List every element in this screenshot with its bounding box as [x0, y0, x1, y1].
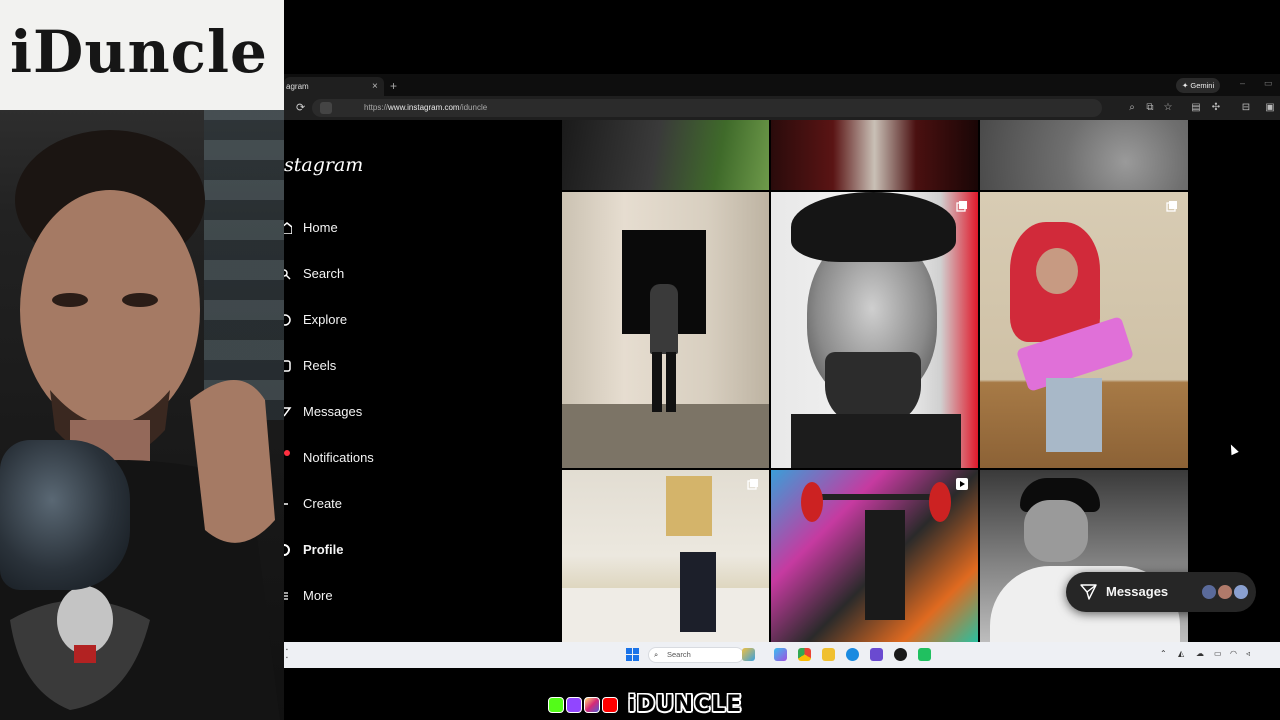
- chrome-icon[interactable]: [798, 648, 811, 661]
- split-view-icon[interactable]: ⊟: [1240, 102, 1252, 114]
- profile-menu-icon[interactable]: ▣: [1264, 102, 1276, 114]
- zoom-icon[interactable]: ⌕: [1126, 102, 1138, 114]
- kick-icon: [548, 697, 564, 713]
- site-settings-icon[interactable]: [320, 102, 332, 114]
- browser-window: agram × + ✦ Gemini – ▭ ⟳ https://www.ins…: [284, 74, 1280, 668]
- twitch-icon: [566, 697, 582, 713]
- streamer-image: [0, 130, 280, 720]
- tab-strip: agram × + ✦ Gemini – ▭: [284, 74, 1280, 96]
- network-icon[interactable]: ◭: [1178, 649, 1184, 658]
- streamer-banner: iDuncle: [0, 0, 284, 110]
- nav-create[interactable]: Create: [284, 490, 544, 518]
- minimize-icon[interactable]: –: [1240, 78, 1245, 88]
- direct-message-icon: [1080, 584, 1097, 600]
- edge-icon[interactable]: [846, 648, 859, 661]
- post-thumbnail[interactable]: [980, 192, 1188, 468]
- carousel-icon: [956, 201, 967, 212]
- nav-notifications-label: Notifications: [303, 450, 374, 465]
- reels-icon: [284, 360, 291, 372]
- explore-icon: [284, 314, 291, 326]
- messages-icon: [284, 407, 292, 417]
- instagram-page: stagram Home Search Explore Reels Messag…: [284, 120, 1280, 642]
- close-tab-icon[interactable]: ×: [372, 77, 378, 96]
- nav-more[interactable]: More: [284, 582, 544, 610]
- gemini-button[interactable]: ✦ Gemini: [1176, 78, 1221, 93]
- search-icon: ⌕: [654, 650, 659, 659]
- new-tab-button[interactable]: +: [390, 77, 397, 96]
- nav-create-label: Create: [303, 496, 343, 511]
- taskbar-search-input[interactable]: ⌕ Search: [648, 647, 744, 663]
- microphone: [0, 440, 130, 590]
- post-thumbnail[interactable]: [562, 120, 769, 190]
- wifi-icon[interactable]: ◠: [1230, 649, 1237, 658]
- nav-profile-label: Profile: [303, 542, 344, 557]
- carousel-icon: [747, 479, 758, 490]
- home-icon: [284, 222, 292, 234]
- tray-chevron-icon[interactable]: ⌃: [1160, 649, 1167, 658]
- url-input[interactable]: https://www.instagram.com/iduncle: [312, 99, 1102, 117]
- tab-title: agram: [286, 82, 309, 91]
- bookmark-star-icon[interactable]: ☆: [1162, 102, 1174, 114]
- discord-icon[interactable]: [870, 648, 883, 661]
- nav-more-label: More: [303, 588, 333, 603]
- nav-home-label: Home: [303, 220, 338, 235]
- weather-widget[interactable]: ▪ ▪: [286, 646, 288, 662]
- nav-explore-label: Explore: [303, 312, 348, 327]
- search-icon: [284, 269, 291, 280]
- nav-home[interactable]: Home: [284, 214, 544, 242]
- reading-mode-icon[interactable]: ▤: [1190, 102, 1202, 114]
- avatar: [1232, 583, 1250, 601]
- post-thumbnail[interactable]: [562, 192, 769, 468]
- reload-icon[interactable]: ⟳: [296, 101, 305, 114]
- nav-search-label: Search: [303, 266, 345, 281]
- nav-notifications[interactable]: Notifications: [284, 444, 544, 472]
- copilot-icon[interactable]: [774, 648, 787, 661]
- banner-text: iDuncle: [10, 18, 268, 86]
- youtube-icon: [602, 697, 618, 713]
- taskbar-search-placeholder: Search: [667, 650, 691, 659]
- volume-icon[interactable]: ◃: [1246, 649, 1250, 658]
- post-thumbnail[interactable]: [980, 470, 1188, 642]
- app-icon[interactable]: [918, 648, 931, 661]
- cloud-sync-icon[interactable]: ☁: [1196, 649, 1204, 658]
- url-text: https://www.instagram.com/iduncle: [364, 103, 488, 112]
- webcam-overlay: iDuncle: [0, 0, 284, 720]
- obs-icon[interactable]: [894, 648, 907, 661]
- address-bar: ⟳ https://www.instagram.com/iduncle ⌕ ⧉ …: [284, 96, 1280, 120]
- post-thumbnail[interactable]: [771, 120, 978, 190]
- screenshot-icon[interactable]: ⧉: [1144, 102, 1156, 114]
- widgets-icon[interactable]: [742, 648, 755, 661]
- plus-icon: [284, 503, 288, 505]
- profile-icon: [284, 544, 290, 556]
- reel-icon: [956, 478, 968, 490]
- nav-messages[interactable]: Messages: [284, 398, 544, 426]
- windows-start-icon[interactable]: [626, 648, 639, 661]
- browser-tab[interactable]: agram ×: [284, 77, 384, 96]
- nav-reels[interactable]: Reels: [284, 352, 544, 380]
- nav-reels-label: Reels: [303, 358, 337, 373]
- post-thumbnail[interactable]: [771, 192, 978, 468]
- messages-floating-button[interactable]: Messages: [1066, 572, 1256, 612]
- nav-messages-label: Messages: [303, 404, 363, 419]
- post-thumbnail[interactable]: [562, 470, 769, 642]
- post-thumbnail[interactable]: [771, 470, 978, 642]
- carousel-icon: [1166, 201, 1177, 212]
- extensions-icon[interactable]: ✣: [1210, 102, 1222, 114]
- battery-icon[interactable]: ▭: [1214, 649, 1222, 658]
- notification-dot: [284, 450, 290, 456]
- instagram-logo[interactable]: stagram: [284, 154, 363, 176]
- brand-text: iDUNCLE: [628, 692, 743, 717]
- post-thumbnail[interactable]: [980, 120, 1188, 190]
- windows-taskbar: ▪ ▪ ⌕ Search ⌃ ◭ ☁ ▭ ◠ ◃: [284, 642, 1280, 668]
- post-grid: [562, 120, 1188, 642]
- instagram-icon: [584, 697, 600, 713]
- nav-profile[interactable]: Profile: [284, 536, 544, 564]
- messages-floating-label: Messages: [1106, 584, 1169, 599]
- file-explorer-icon[interactable]: [822, 648, 835, 661]
- nav-explore[interactable]: Explore: [284, 306, 544, 334]
- maximize-icon[interactable]: ▭: [1264, 78, 1273, 89]
- menu-icon: [284, 592, 288, 600]
- nav-search[interactable]: Search: [284, 260, 544, 288]
